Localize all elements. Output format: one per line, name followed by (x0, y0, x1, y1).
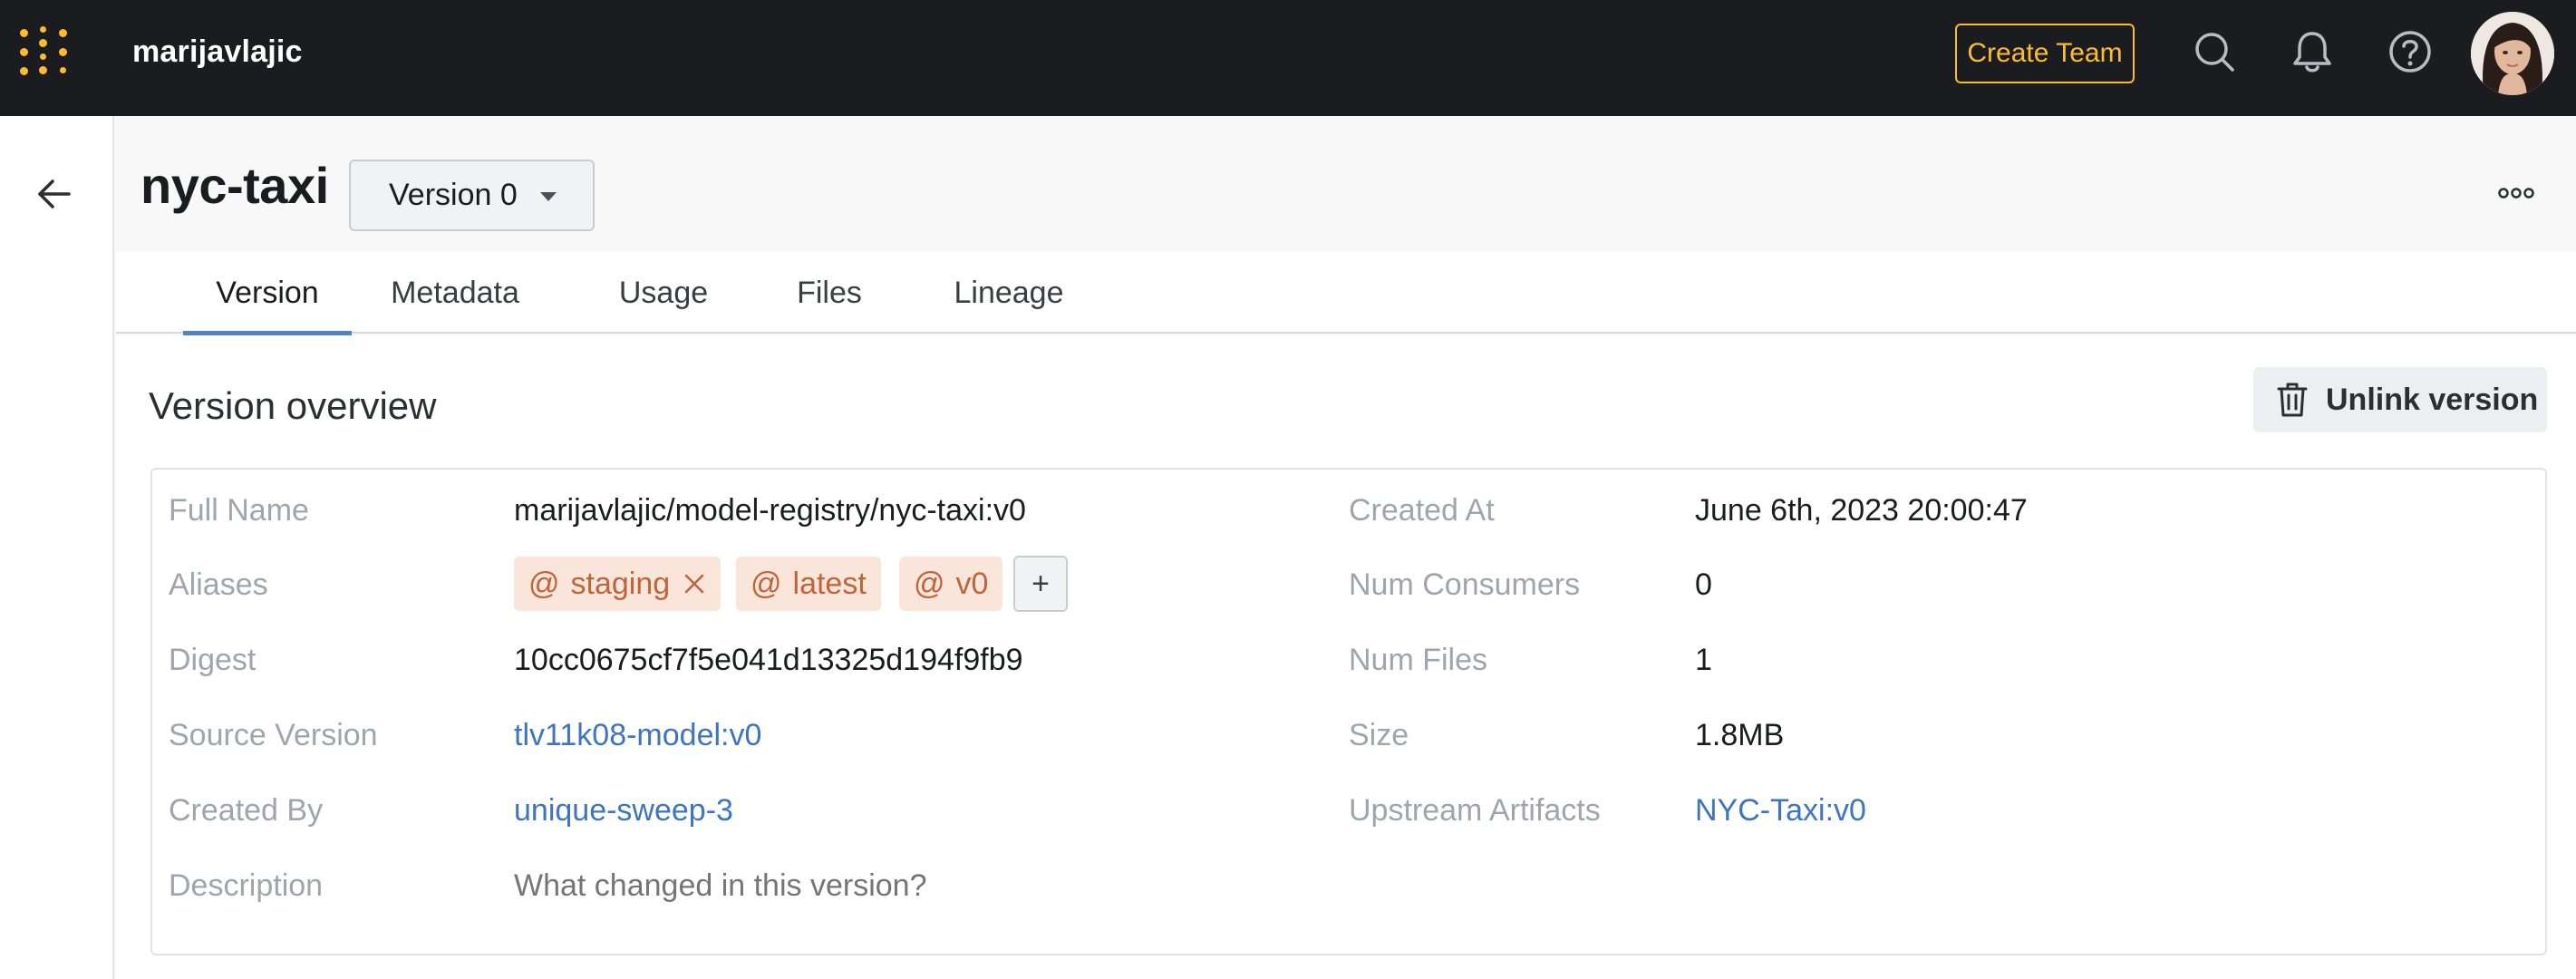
alias-tag-label: staging (570, 566, 671, 601)
source-version-link[interactable]: tlv11k08-model:v0 (514, 718, 761, 753)
bell-icon[interactable] (2288, 27, 2337, 76)
chevron-down-icon (540, 192, 557, 201)
create-team-button[interactable]: Create Team (1955, 24, 2135, 83)
tab-lineage[interactable]: Lineage (941, 252, 1077, 334)
left-rail (0, 116, 114, 979)
aliases-label: Aliases (169, 567, 268, 602)
version-dropdown[interactable]: Version 0 (349, 160, 595, 231)
source-version-label: Source Version (169, 718, 378, 752)
full-name-label: Full Name (169, 493, 309, 528)
tab-metadata[interactable]: Metadata (383, 252, 528, 334)
version-overview-panel: Version overview Unlink version Full Nam… (116, 335, 2576, 979)
description-input[interactable] (514, 868, 1058, 904)
created-at-label: Created At (1349, 493, 1495, 528)
digest-label: Digest (169, 643, 257, 677)
section-title: Version overview (149, 384, 437, 427)
back-arrow-icon[interactable] (31, 170, 78, 218)
description-label: Description (169, 868, 324, 903)
overview-card: Full Name Aliases Digest Source Version … (150, 468, 2547, 955)
num-consumers-value: 0 (1695, 567, 1712, 602)
avatar[interactable] (2471, 12, 2554, 95)
created-at-value: June 6th, 2023 20:00:47 (1695, 493, 2028, 528)
size-label: Size (1349, 718, 1409, 752)
alias-tag-v0[interactable]: @ v0 (899, 557, 1003, 611)
page-title: nyc-taxi (140, 157, 329, 214)
username[interactable]: marijavlajic (132, 34, 303, 70)
search-icon[interactable] (2190, 27, 2239, 76)
upstream-artifact-link[interactable]: NYC-Taxi:v0 (1695, 793, 1866, 829)
close-icon[interactable] (683, 572, 706, 596)
alias-tag-latest[interactable]: @ latest (736, 557, 881, 611)
tab-bar: Version Metadata Usage Files Lineage (116, 252, 2576, 335)
upstream-artifacts-label: Upstream Artifacts (1349, 793, 1601, 828)
more-options-icon[interactable] (2494, 178, 2538, 208)
full-name-value: marijavlajic/model-registry/nyc-taxi:v0 (514, 493, 1026, 528)
unlink-version-button[interactable]: Unlink version (2253, 367, 2547, 432)
created-by-link[interactable]: unique-sweep-3 (514, 793, 733, 829)
tab-version[interactable]: Version (183, 252, 352, 335)
alias-tag-label: v0 (955, 566, 989, 601)
trash-icon (2277, 383, 2308, 417)
alias-tag-label: latest (792, 566, 867, 601)
help-icon[interactable] (2386, 27, 2435, 76)
version-dropdown-label: Version 0 (389, 178, 518, 212)
created-by-label: Created By (169, 793, 324, 828)
logo-icon[interactable] (16, 24, 76, 82)
size-value: 1.8MB (1695, 718, 1785, 752)
num-files-value: 1 (1695, 643, 1712, 677)
digest-value: 10cc0675cf7f5e041d13325d194f9fb9 (514, 643, 1023, 677)
alias-tag-staging[interactable]: @ staging (514, 557, 721, 611)
unlink-version-label: Unlink version (2326, 382, 2539, 417)
tab-files[interactable]: Files (787, 252, 872, 334)
num-consumers-label: Num Consumers (1349, 567, 1581, 602)
add-alias-button[interactable]: + (1013, 556, 1068, 612)
tab-usage[interactable]: Usage (613, 252, 714, 334)
num-files-label: Num Files (1349, 643, 1488, 677)
top-navigation-bar: marijavlajic Create Team (0, 0, 2576, 116)
